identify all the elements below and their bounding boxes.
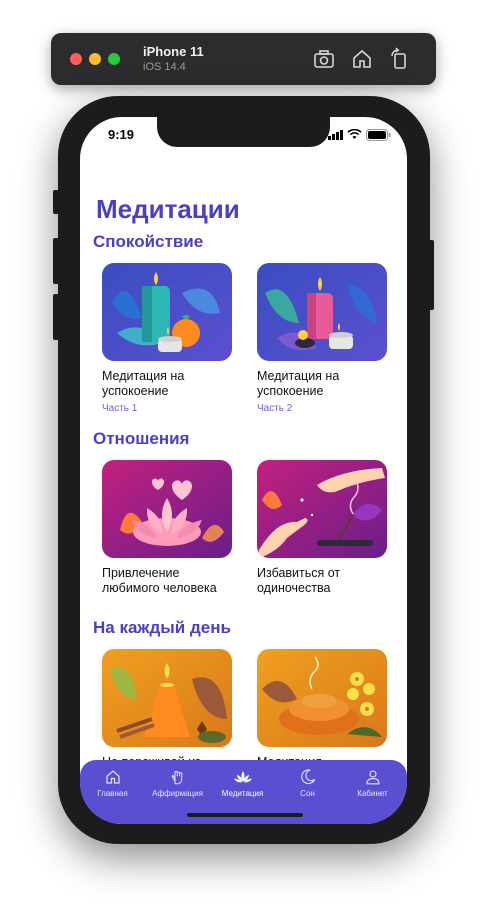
card-loneliness[interactable]: Избавиться от одиночества [257, 460, 387, 596]
home-icon [105, 770, 120, 784]
card-thumbnail [257, 460, 387, 558]
candles-illustration [257, 263, 387, 361]
screenshot-camera-icon[interactable] [312, 47, 336, 71]
tab-affirmation[interactable]: Аффирмация [145, 766, 210, 798]
card-title: Медитация на успокоение [102, 369, 185, 398]
wifi-icon [347, 129, 362, 139]
app-screen: 9:19 Медитации Спокойствие Медитация на … [80, 117, 407, 824]
page-title: Медитации [96, 194, 240, 224]
tab-label: Аффирмация [152, 789, 203, 798]
card-attract-love[interactable]: Привлечение любимого человека [102, 460, 232, 596]
tab-account[interactable]: Кабинет [340, 766, 405, 798]
section-title-everyday: На каждый день [93, 618, 231, 637]
card-calm-part1[interactable]: Медитация на успокоение Часть 1 [102, 263, 232, 414]
card-thumbnail [257, 263, 387, 361]
simulator-toolbar: iPhone 11 iOS 14.4 [51, 33, 436, 85]
card-title: Избавиться от одиночества [257, 566, 341, 595]
mute-switch [53, 190, 59, 214]
battery-icon [366, 129, 391, 141]
incense-flowers-illustration [257, 649, 387, 747]
volume-down-button [53, 294, 59, 340]
card-thumbnail [257, 649, 387, 747]
section-title-relationships: Отношения [93, 429, 190, 448]
tab-meditation[interactable]: Медитация [210, 766, 275, 798]
card-subtitle: Часть 2 [257, 403, 293, 414]
simulator-os-version: iOS 14.4 [143, 61, 186, 73]
person-icon [365, 770, 380, 785]
card-everyday-1[interactable]: Не переживай из [102, 649, 232, 770]
notch [157, 117, 330, 147]
hands-incense-illustration [257, 460, 387, 558]
card-subtitle: Часть 1 [102, 403, 138, 414]
palm-icon [171, 770, 182, 785]
signal-icon [328, 130, 343, 140]
card-title: Медитация на успокоение [257, 369, 340, 398]
zoom-window-button[interactable] [108, 53, 120, 65]
card-title: Привлечение любимого человека [102, 566, 217, 595]
rotate-icon[interactable] [387, 47, 411, 71]
tab-label: Медитация [221, 789, 264, 798]
card-calm-part2[interactable]: Медитация на успокоение Часть 2 [257, 263, 387, 414]
tab-home[interactable]: Главная [80, 766, 145, 798]
card-thumbnail [102, 263, 232, 361]
card-thumbnail [102, 649, 232, 747]
candles-illustration [102, 263, 232, 361]
card-thumbnail [102, 460, 232, 558]
lotus-hearts-illustration [102, 460, 232, 558]
volume-up-button [53, 238, 59, 284]
tab-label: Главная [97, 789, 128, 798]
candle-spices-illustration [102, 649, 232, 747]
simulator-device-name: iPhone 11 [143, 44, 204, 59]
tab-label: Сон [300, 789, 315, 798]
status-time: 9:19 [108, 127, 135, 142]
power-button [428, 240, 434, 310]
card-everyday-2[interactable]: Медитация [257, 649, 387, 770]
lotus-icon [233, 771, 252, 783]
home-indicator[interactable] [187, 813, 303, 817]
home-icon[interactable] [350, 47, 374, 71]
moon-icon [300, 769, 315, 785]
tab-sleep[interactable]: Сон [275, 766, 340, 798]
section-title-calm: Спокойствие [93, 232, 204, 251]
minimize-window-button[interactable] [89, 53, 101, 65]
tab-label: Кабинет [357, 789, 388, 798]
close-window-button[interactable] [70, 53, 82, 65]
